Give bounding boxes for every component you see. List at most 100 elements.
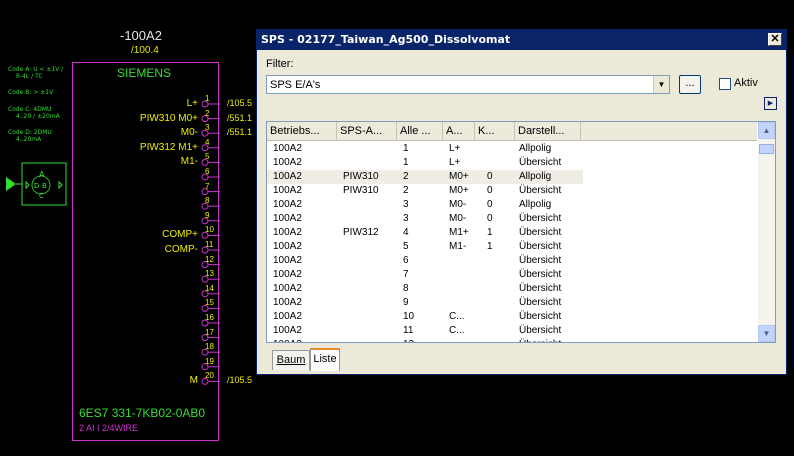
table-cell: C... — [449, 325, 465, 336]
table-cell: 100A2 — [273, 297, 302, 308]
scroll-down-icon[interactable]: ▼ — [758, 325, 775, 342]
dialog-title: SPS - 02177_Taiwan_Ag500_Dissolvomat — [261, 33, 511, 46]
table-row[interactable]: 100A2 1 L+ Übersicht — [267, 156, 757, 170]
table-cell: M0- — [449, 199, 467, 210]
table-row[interactable]: 100A2 7 Übersicht — [267, 268, 757, 282]
aktiv-label: Aktiv — [734, 77, 758, 89]
table-row[interactable]: 100A2 5 M1- 1 Übersicht — [267, 240, 757, 254]
table-row[interactable]: 100A2 11 C... Übersicht — [267, 324, 757, 338]
column-header[interactable]: K... — [475, 122, 515, 140]
table-cell: C... — [449, 311, 465, 322]
table-row[interactable]: 100A2 8 Übersicht — [267, 282, 757, 296]
table-cell: M0+ — [449, 185, 469, 196]
table-cell: 12 — [403, 338, 414, 342]
filter-combobox[interactable]: SPS E/A's ▼ — [266, 75, 670, 94]
pin-number: 5 — [205, 152, 210, 162]
table-cell: 2 — [403, 171, 409, 182]
table-cell: 100A2 — [273, 171, 302, 182]
table-cell: 11 — [403, 325, 414, 336]
tab-baum[interactable]: Baum — [272, 350, 310, 370]
close-button[interactable]: ✕ — [768, 33, 782, 46]
svg-text:D: D — [34, 182, 39, 190]
table-cell: PIW310 — [343, 171, 379, 182]
table-cell: Übersicht — [519, 311, 562, 322]
table-cell: Übersicht — [519, 325, 562, 336]
title-bar[interactable]: SPS - 02177_Taiwan_Ag500_Dissolvomat ✕ — [257, 30, 786, 50]
list-header: Betriebs... SPS-A... Alle ... A... K... … — [267, 122, 757, 141]
aktiv-checkbox[interactable] — [719, 78, 731, 90]
table-cell: M1+ — [449, 227, 469, 238]
chevron-down-icon[interactable]: ▼ — [653, 76, 669, 93]
table-row[interactable]: 100A2 PIW310 2 M0+ 0 Übersicht — [267, 184, 757, 198]
pin-number: 13 — [205, 269, 214, 279]
order-number: 6ES7 331-7KB02-0AB0 — [79, 406, 206, 420]
table-cell: Übersicht — [519, 338, 561, 342]
table-cell: 0 — [487, 185, 493, 196]
tab-liste-label: Liste — [313, 353, 337, 365]
table-cell: 3 — [403, 199, 409, 210]
pin-number: 10 — [205, 225, 214, 235]
column-header[interactable]: Betriebs... — [267, 122, 337, 140]
table-cell: 100A2 — [273, 227, 302, 238]
pin-label: PIW310 M0+ — [139, 112, 198, 124]
measurement-symbol-icon: A D B C — [6, 162, 67, 206]
table-cell: Übersicht — [519, 283, 562, 294]
code-c-line2: 4..20 / ±20mA — [16, 113, 60, 120]
svg-text:C: C — [39, 192, 44, 200]
table-cell: 0 — [487, 171, 493, 182]
table-row[interactable]: 100A2 6 Übersicht — [267, 254, 757, 268]
pin-number: 7 — [205, 181, 210, 191]
code-a-line1: Code A: U < ±1V / — [8, 66, 64, 73]
table-cell: M0- — [449, 213, 467, 224]
table-row[interactable]: 100A2 12 Übersicht — [267, 338, 757, 342]
io-list[interactable]: Betriebs... SPS-A... Alle ... A... K... … — [266, 121, 776, 343]
column-header[interactable]: SPS-A... — [337, 122, 397, 140]
table-cell: L+ — [449, 143, 461, 154]
pin-number: 16 — [205, 313, 214, 322]
table-cell: M1- — [449, 241, 467, 252]
tab-liste[interactable]: Liste — [310, 348, 340, 371]
table-cell: 6 — [403, 255, 409, 266]
scroll-up-icon[interactable]: ▲ — [758, 122, 775, 139]
table-cell: Allpolig — [519, 143, 552, 154]
browse-button[interactable]: ... — [679, 75, 701, 94]
table-cell: 100A2 — [273, 143, 302, 154]
pin-label: COMP- — [164, 244, 198, 255]
pin-cross-reference: /105.5 — [227, 98, 253, 108]
table-row[interactable]: 100A2 3 M0- 0 Übersicht — [267, 212, 757, 226]
pin-number: 9 — [205, 210, 210, 220]
table-cell: M0+ — [449, 171, 469, 182]
table-cell: Übersicht — [519, 157, 562, 168]
column-header[interactable]: Darstell... — [515, 122, 581, 140]
view-tabs: Baum Liste — [257, 347, 786, 374]
expand-arrow-icon[interactable]: ▶ — [764, 97, 777, 110]
module-tag: -100A2 — [120, 28, 162, 43]
table-cell: 1 — [403, 143, 409, 154]
table-row[interactable]: 100A2 1 L+ Allpolig — [267, 142, 757, 156]
table-row[interactable]: 100A2 9 Übersicht — [267, 296, 757, 310]
table-row[interactable]: 100A2 PIW312 4 M1+ 1 Übersicht — [267, 226, 757, 240]
code-d-line1: Code D: 2DMU — [8, 129, 52, 136]
table-cell: PIW310 — [343, 185, 379, 196]
tab-baum-label: Baum — [276, 354, 306, 366]
code-a-line2: R-4L / TC — [16, 73, 43, 80]
code-d-line2: 4..20mA — [16, 136, 42, 143]
sps-dialog: SPS - 02177_Taiwan_Ag500_Dissolvomat ✕ F… — [256, 29, 787, 375]
table-cell: 8 — [403, 283, 409, 294]
svg-text:A: A — [39, 170, 45, 179]
table-row[interactable]: 100A2 3 M0- 0 Allpolig — [267, 198, 757, 212]
table-cell: Allpolig — [519, 171, 552, 182]
pin-cross-reference: /551.1 — [227, 112, 253, 123]
table-cell: 2 — [403, 185, 409, 196]
column-header[interactable]: Alle ... — [397, 122, 443, 140]
table-row[interactable]: 100A2 10 C... Übersicht — [267, 310, 757, 324]
scroll-thumb[interactable] — [759, 144, 774, 154]
pin-label: COMP+ — [162, 229, 198, 241]
table-row[interactable]: 100A2 PIW310 2 M0+ 0 Allpolig — [267, 170, 583, 184]
table-cell: 1 — [487, 227, 493, 238]
table-cell: 100A2 — [273, 338, 302, 342]
column-header[interactable]: A... — [443, 122, 475, 140]
pin-cross-reference: /105.5 — [227, 375, 253, 386]
table-cell: Übersicht — [519, 227, 562, 238]
vertical-scrollbar[interactable]: ▲ ▼ — [758, 122, 775, 342]
